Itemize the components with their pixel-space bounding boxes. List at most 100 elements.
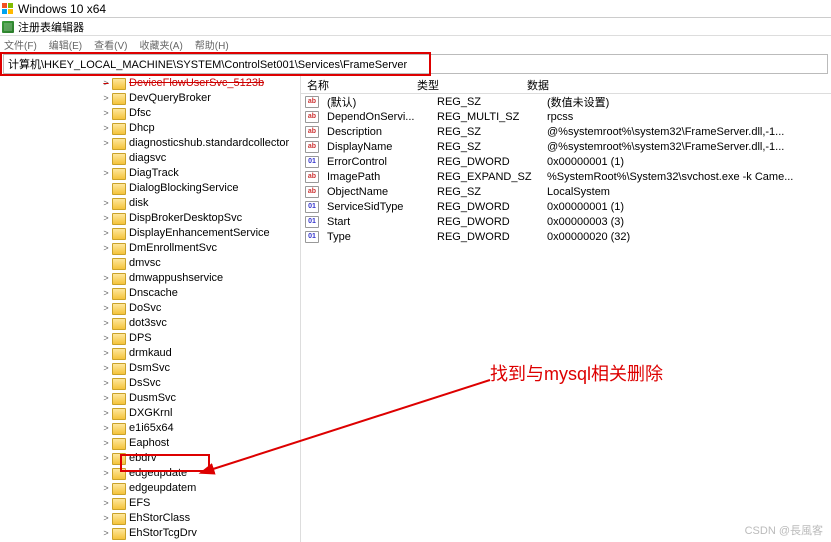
expand-icon[interactable]: > — [100, 481, 112, 496]
expand-icon[interactable]: > — [100, 406, 112, 421]
value-data: 0x00000003 (3) — [541, 216, 831, 228]
string-value-icon: ab — [305, 171, 319, 183]
tree-item[interactable]: > DmEnrollmentSvc — [0, 241, 300, 256]
tree-item[interactable]: > EhStorClass — [0, 511, 300, 526]
value-row[interactable]: ab(默认)REG_SZ(数值未设置) — [301, 94, 831, 109]
expand-icon[interactable]: > — [100, 76, 112, 91]
address-value: 计算机\HKEY_LOCAL_MACHINE\SYSTEM\ControlSet… — [8, 56, 407, 72]
tree-item-label: DusmSvc — [129, 391, 176, 406]
tree-item[interactable]: >DsmSvc — [0, 361, 300, 376]
expand-icon[interactable]: > — [100, 226, 112, 241]
tree-item[interactable]: >Dnscache — [0, 286, 300, 301]
folder-icon — [112, 153, 126, 165]
tree-item[interactable]: > DusmSvc — [0, 391, 300, 406]
value-data: 0x00000001 (1) — [541, 201, 831, 213]
menu-help[interactable]: 帮助(H) — [195, 37, 229, 52]
expand-icon[interactable]: > — [100, 286, 112, 301]
folder-icon — [112, 378, 126, 390]
value-row[interactable]: abObjectNameREG_SZLocalSystem — [301, 184, 831, 199]
tree-item[interactable]: > DsSvc — [0, 376, 300, 391]
tree-item[interactable]: >disk — [0, 196, 300, 211]
expand-icon[interactable]: > — [100, 526, 112, 541]
expand-icon[interactable]: > — [100, 451, 112, 466]
value-row[interactable]: 01ErrorControlREG_DWORD0x00000001 (1) — [301, 154, 831, 169]
col-data[interactable]: 数据 — [521, 77, 831, 93]
menu-favorites[interactable]: 收藏夹(A) — [139, 37, 182, 52]
expand-icon[interactable]: > — [100, 346, 112, 361]
expand-icon[interactable]: > — [100, 271, 112, 286]
menu-file[interactable]: 文件(F) — [4, 37, 37, 52]
value-row[interactable]: 01StartREG_DWORD0x00000003 (3) — [301, 214, 831, 229]
tree-item[interactable]: >diagnosticshub.standardcollector — [0, 136, 300, 151]
tree-item[interactable]: > DXGKrnl — [0, 406, 300, 421]
value-data: 0x00000001 (1) — [541, 156, 831, 168]
tree-item[interactable]: >DeviceFlowUserSvc_5123b — [0, 76, 300, 91]
tree-item[interactable]: >e1i65x64 — [0, 421, 300, 436]
tree-item-label: DXGKrnl — [129, 406, 172, 421]
expand-icon[interactable]: > — [100, 121, 112, 136]
tree-item[interactable]: > EFS — [0, 496, 300, 511]
binary-value-icon: 01 — [305, 201, 319, 213]
tree-item[interactable]: dmvsc — [0, 256, 300, 271]
tree-item[interactable]: >DisplayEnhancementService — [0, 226, 300, 241]
expand-icon[interactable]: > — [100, 106, 112, 121]
registry-tree[interactable]: >DeviceFlowUserSvc_5123b>DevQueryBroker>… — [0, 76, 300, 542]
expand-icon[interactable]: > — [100, 331, 112, 346]
value-row[interactable]: abDescriptionREG_SZ@%systemroot%\system3… — [301, 124, 831, 139]
value-row[interactable]: abImagePathREG_EXPAND_SZ%SystemRoot%\Sys… — [301, 169, 831, 184]
folder-icon — [112, 213, 126, 225]
expand-icon[interactable]: > — [100, 91, 112, 106]
expand-icon[interactable]: > — [100, 361, 112, 376]
tree-item[interactable]: >Dhcp — [0, 121, 300, 136]
tree-item[interactable]: >EhStorTcgDrv — [0, 526, 300, 541]
tree-item[interactable]: > DPS — [0, 331, 300, 346]
expand-icon[interactable]: > — [100, 496, 112, 511]
tree-item[interactable]: >Eaphost — [0, 436, 300, 451]
expand-icon[interactable]: > — [100, 511, 112, 526]
expand-icon[interactable]: > — [100, 301, 112, 316]
menu-view[interactable]: 查看(V) — [94, 37, 127, 52]
registry-value-list[interactable]: 名称 类型 数据 ab(默认)REG_SZ(数值未设置)abDependOnSe… — [300, 76, 831, 542]
expand-icon[interactable]: > — [100, 241, 112, 256]
col-type[interactable]: 类型 — [411, 77, 521, 93]
tree-item[interactable]: >dot3svc — [0, 316, 300, 331]
folder-icon — [112, 333, 126, 345]
tree-item[interactable]: >Dfsc — [0, 106, 300, 121]
value-name: Start — [321, 216, 431, 228]
expand-icon[interactable]: > — [100, 436, 112, 451]
expand-icon[interactable]: > — [100, 421, 112, 436]
expand-icon[interactable]: > — [100, 166, 112, 181]
value-row[interactable]: abDependOnServi...REG_MULTI_SZrpcss — [301, 109, 831, 124]
tree-item[interactable]: >edgeupdatem — [0, 481, 300, 496]
value-row[interactable]: abDisplayNameREG_SZ@%systemroot%\system3… — [301, 139, 831, 154]
tree-item[interactable]: DialogBlockingService — [0, 181, 300, 196]
tree-item-label: DPS — [129, 331, 152, 346]
tree-item[interactable]: >drmkaud — [0, 346, 300, 361]
menu-edit[interactable]: 编辑(E) — [49, 37, 82, 52]
expand-icon[interactable]: > — [100, 316, 112, 331]
tree-item[interactable]: >DispBrokerDesktopSvc — [0, 211, 300, 226]
expand-icon[interactable]: > — [100, 196, 112, 211]
tree-item-label: EFS — [129, 496, 150, 511]
tree-item[interactable]: diagsvc — [0, 151, 300, 166]
tree-item[interactable]: >DoSvc — [0, 301, 300, 316]
value-row[interactable]: 01TypeREG_DWORD0x00000020 (32) — [301, 229, 831, 244]
tree-item-label: DmEnrollmentSvc — [129, 241, 217, 256]
expand-icon[interactable]: > — [100, 376, 112, 391]
tree-item[interactable]: >ebdrv — [0, 451, 300, 466]
windows-logo-icon — [2, 3, 14, 15]
tree-item-label: EhStorClass — [129, 511, 190, 526]
tree-item-label: DsSvc — [129, 376, 161, 391]
col-name[interactable]: 名称 — [301, 77, 411, 93]
tree-item[interactable]: >dmwappushservice — [0, 271, 300, 286]
value-type: REG_MULTI_SZ — [431, 111, 541, 123]
expand-icon[interactable]: > — [100, 211, 112, 226]
value-row[interactable]: 01ServiceSidTypeREG_DWORD0x00000001 (1) — [301, 199, 831, 214]
expand-icon[interactable]: > — [100, 391, 112, 406]
tree-item[interactable]: >edgeupdate — [0, 466, 300, 481]
tree-item[interactable]: >DevQueryBroker — [0, 91, 300, 106]
expand-icon[interactable]: > — [100, 136, 112, 151]
tree-item[interactable]: >DiagTrack — [0, 166, 300, 181]
address-bar[interactable]: 计算机\HKEY_LOCAL_MACHINE\SYSTEM\ControlSet… — [3, 54, 828, 74]
expand-icon[interactable]: > — [100, 466, 112, 481]
